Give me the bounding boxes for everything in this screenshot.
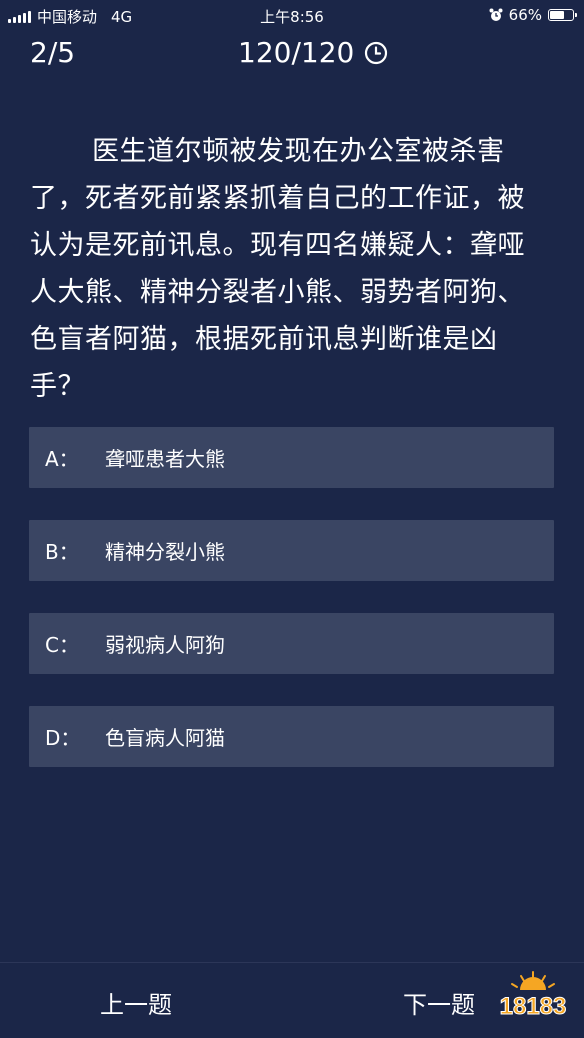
option-letter: D： <box>45 726 81 750</box>
option-letter: A： <box>45 447 79 471</box>
next-question-button[interactable]: 下一题 <box>403 985 475 1020</box>
option-d[interactable]: D： 色盲病人阿猫 <box>29 706 554 767</box>
timer: 120/120 <box>238 36 388 69</box>
quiz-header: 2/5 120/120 <box>0 34 584 74</box>
prev-question-button[interactable]: 上一题 <box>100 985 172 1020</box>
option-text: 聋哑患者大熊 <box>105 447 225 471</box>
question-progress: 2/5 <box>30 36 76 69</box>
watermark-logo: 18183 <box>499 971 567 1021</box>
option-text: 色盲病人阿猫 <box>105 726 225 750</box>
clock-icon <box>365 41 388 64</box>
option-letter: C： <box>45 633 79 657</box>
battery-percent: 66% <box>508 6 542 24</box>
battery-level <box>550 11 564 19</box>
status-bar: 中国移动 4G 上午8:56 66% <box>0 0 584 30</box>
option-b[interactable]: B： 精神分裂小熊 <box>29 520 554 581</box>
battery-icon <box>548 9 577 21</box>
timer-value: 120/120 <box>238 36 355 69</box>
option-letter: B： <box>45 540 79 564</box>
question-text: 医生道尔顿被发现在办公室被杀害了，死者死前紧紧抓着自己的工作证，被认为是死前讯息… <box>30 136 525 402</box>
option-c[interactable]: C： 弱视病人阿狗 <box>29 613 554 674</box>
footer-divider <box>0 962 584 963</box>
status-right: 66% <box>489 6 577 24</box>
watermark-text: 18183 <box>500 993 567 1020</box>
alarm-icon <box>489 8 503 21</box>
option-text: 弱视病人阿狗 <box>105 633 225 657</box>
option-text: 精神分裂小熊 <box>105 540 225 564</box>
option-a[interactable]: A： 聋哑患者大熊 <box>29 427 554 488</box>
